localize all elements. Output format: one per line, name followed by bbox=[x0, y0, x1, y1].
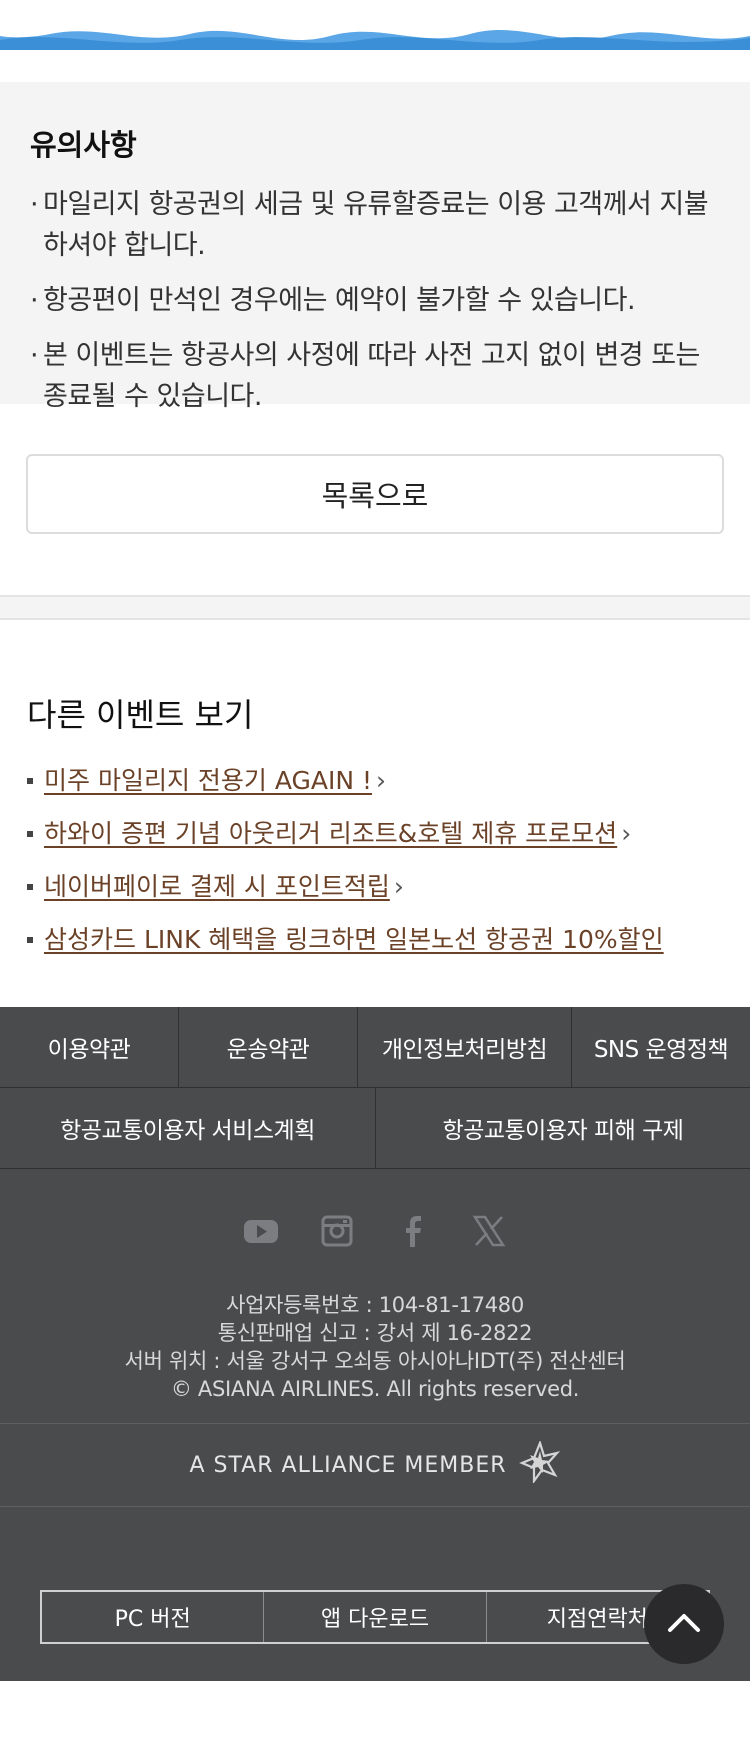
star-alliance-label: A STAR ALLIANCE MEMBER bbox=[189, 1452, 507, 1478]
footer-link-terms[interactable]: 이용약관 bbox=[0, 1007, 179, 1087]
footer-link-carriage[interactable]: 운송약관 bbox=[179, 1007, 358, 1087]
event-link[interactable]: 네이버페이로 결제 시 포인트적립 bbox=[44, 872, 390, 901]
footer-link-sns-policy[interactable]: SNS 운영정책 bbox=[572, 1007, 750, 1087]
event-link[interactable]: 하와이 증편 기념 아웃리거 리조트&호텔 제휴 프로모션 bbox=[44, 819, 617, 848]
bottom-links: PC 버전 앱 다운로드 지점연락처 bbox=[40, 1590, 710, 1644]
event-link[interactable]: 미주 마일리지 전용기 AGAIN ! bbox=[44, 766, 372, 795]
list-item: 미주 마일리지 전용기 AGAIN ! › bbox=[27, 754, 723, 807]
copyright: © ASIANA AIRLINES. All rights reserved. bbox=[170, 1377, 580, 1401]
x-icon[interactable] bbox=[471, 1213, 507, 1249]
youtube-icon[interactable] bbox=[243, 1213, 279, 1249]
back-to-list-button[interactable]: 목록으로 bbox=[26, 454, 724, 534]
scroll-to-top-button[interactable] bbox=[644, 1584, 724, 1664]
chevron-right-icon: › bbox=[621, 819, 632, 848]
footer-links-row: 항공교통이용자 서비스계획 항공교통이용자 피해 구제 bbox=[0, 1088, 750, 1169]
hero-wave-banner bbox=[0, 0, 750, 50]
footer-link-service-plan[interactable]: 항공교통이용자 서비스계획 bbox=[0, 1088, 376, 1168]
section-divider bbox=[0, 595, 750, 620]
notice-item: 본 이벤트는 항공사의 사정에 따라 사전 고지 없이 변경 또는 종료될 수 … bbox=[30, 335, 720, 417]
business-number: 사업자등록번호 : 104-81-17480 bbox=[226, 1293, 524, 1317]
notice-item: 항공편이 만석인 경우에는 예약이 불가할 수 있습니다. bbox=[30, 280, 720, 321]
event-link[interactable]: 삼성카드 LINK 혜택을 링크하면 일본노선 항공권 10%할인 bbox=[44, 925, 664, 954]
chevron-up-icon bbox=[664, 1602, 704, 1646]
notice-section: 유의사항 마일리지 항공권의 세금 및 유류할증료는 이용 고객께서 지불하셔야… bbox=[0, 82, 750, 412]
chevron-right-icon: › bbox=[393, 872, 404, 901]
pc-version-link[interactable]: PC 버전 bbox=[42, 1592, 265, 1642]
list-item: 삼성카드 LINK 혜택을 링크하면 일본노선 항공권 10%할인 bbox=[27, 913, 723, 966]
star-alliance-logo-icon bbox=[518, 1439, 561, 1489]
star-alliance-banner: A STAR ALLIANCE MEMBER bbox=[0, 1423, 750, 1507]
footer-link-privacy[interactable]: 개인정보처리방침 bbox=[358, 1007, 572, 1087]
server-location: 서버 위치 : 서울 강서구 오쇠동 아시아나IDT(주) 전산센터 bbox=[124, 1349, 626, 1373]
list-item: 하와이 증편 기념 아웃리거 리조트&호텔 제휴 프로모션 › bbox=[27, 807, 723, 860]
other-events-list: 미주 마일리지 전용기 AGAIN ! › 하와이 증편 기념 아웃리거 리조트&… bbox=[27, 754, 723, 966]
notice-list: 마일리지 항공권의 세금 및 유류할증료는 이용 고객께서 지불하셔야 합니다.… bbox=[30, 184, 720, 417]
company-info: 사업자등록번호 : 104-81-17480 통신판매업 신고 : 강서 제 1… bbox=[0, 1265, 750, 1413]
facebook-icon[interactable] bbox=[395, 1213, 431, 1249]
instagram-icon[interactable] bbox=[319, 1213, 355, 1249]
footer-link-damage-relief[interactable]: 항공교통이용자 피해 구제 bbox=[376, 1088, 750, 1168]
chevron-right-icon: › bbox=[376, 766, 387, 795]
footer: 이용약관 운송약관 개인정보처리방침 SNS 운영정책 항공교통이용자 서비스계… bbox=[0, 1007, 750, 1681]
app-download-link[interactable]: 앱 다운로드 bbox=[264, 1592, 487, 1642]
social-links bbox=[0, 1169, 750, 1265]
other-events-section: 다른 이벤트 보기 미주 마일리지 전용기 AGAIN ! › 하와이 증편 기념… bbox=[0, 620, 750, 1007]
mail-order-registration: 통신판매업 신고 : 강서 제 16-2822 bbox=[217, 1321, 533, 1345]
list-item: 네이버페이로 결제 시 포인트적립 › bbox=[27, 860, 723, 913]
other-events-title: 다른 이벤트 보기 bbox=[27, 696, 254, 734]
notice-item: 마일리지 항공권의 세금 및 유류할증료는 이용 고객께서 지불하셔야 합니다. bbox=[30, 184, 720, 266]
footer-links-row: 이용약관 운송약관 개인정보처리방침 SNS 운영정책 bbox=[0, 1007, 750, 1088]
notice-title: 유의사항 bbox=[30, 128, 137, 162]
